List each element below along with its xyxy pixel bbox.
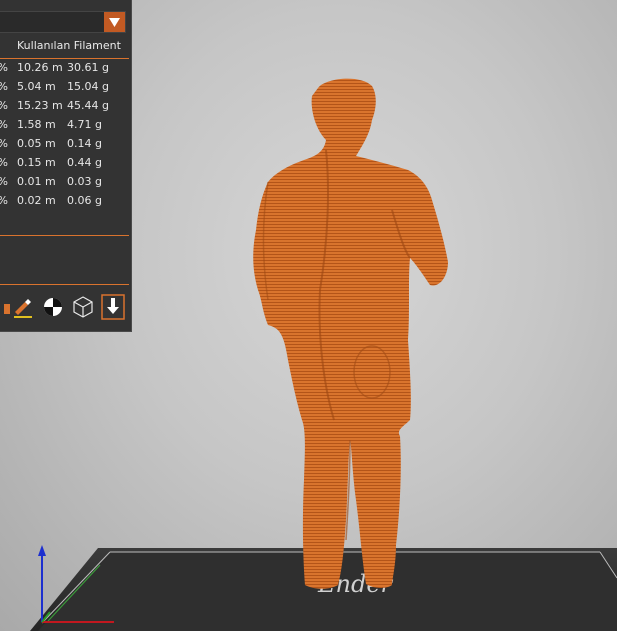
length-cell: 15.23 m: [17, 99, 63, 112]
length-cell: 0.05 m: [17, 137, 56, 150]
view-toolbar: [0, 294, 130, 322]
percent-cell: %: [0, 137, 8, 150]
percent-cell: %: [0, 156, 8, 169]
percent-cell: %: [0, 99, 8, 112]
export-icon[interactable]: [101, 294, 125, 320]
wireframe-cube-icon[interactable]: [71, 294, 95, 320]
legend-row: % 0.01 m 0.03 g: [0, 173, 129, 192]
view-type-dropdown[interactable]: [0, 11, 126, 33]
legend-row: % 5.04 m 15.04 g: [0, 78, 129, 97]
legend-row: % 10.26 m 30.61 g: [0, 59, 129, 78]
length-cell: 0.15 m: [17, 156, 56, 169]
percent-cell: %: [0, 61, 8, 74]
weight-cell: 0.44 g: [67, 156, 102, 169]
half-circle-icon[interactable]: [41, 294, 65, 320]
legend-row: % 15.23 m 45.44 g: [0, 97, 129, 116]
legend-row: % 0.02 m 0.06 g: [0, 192, 129, 211]
legend-row: % 0.15 m 0.44 g: [0, 154, 129, 173]
length-cell: 10.26 m: [17, 61, 63, 74]
percent-cell: %: [0, 80, 8, 93]
length-cell: 0.02 m: [17, 194, 56, 207]
length-cell: 5.04 m: [17, 80, 56, 93]
length-cell: 1.58 m: [17, 118, 56, 131]
divider: [0, 235, 129, 236]
weight-cell: 15.04 g: [67, 80, 109, 93]
legend-rows: % 10.26 m 30.61 g % 5.04 m 15.04 g % 15.…: [0, 59, 129, 211]
weight-cell: 30.61 g: [67, 61, 109, 74]
legend-panel: Kullanılan Filament % 10.26 m 30.61 g % …: [0, 0, 132, 332]
weight-cell: 4.71 g: [67, 118, 102, 131]
percent-cell: %: [0, 175, 8, 188]
weight-cell: 0.03 g: [67, 175, 102, 188]
divider: [0, 284, 129, 285]
weight-cell: 0.06 g: [67, 194, 102, 207]
legend-row: % 0.05 m 0.14 g: [0, 135, 129, 154]
filament-used-header: Kullanılan Filament: [17, 39, 121, 52]
legend-row: % 1.58 m 4.71 g: [0, 116, 129, 135]
percent-cell: %: [0, 118, 8, 131]
chevron-down-icon[interactable]: [104, 12, 125, 32]
legend-table-header: Kullanılan Filament: [0, 38, 129, 59]
percent-cell: %: [0, 194, 8, 207]
paint-brush-icon[interactable]: [11, 294, 35, 320]
weight-cell: 0.14 g: [67, 137, 102, 150]
length-cell: 0.01 m: [17, 175, 56, 188]
printed-model-figure[interactable]: [253, 78, 448, 589]
weight-cell: 45.44 g: [67, 99, 109, 112]
